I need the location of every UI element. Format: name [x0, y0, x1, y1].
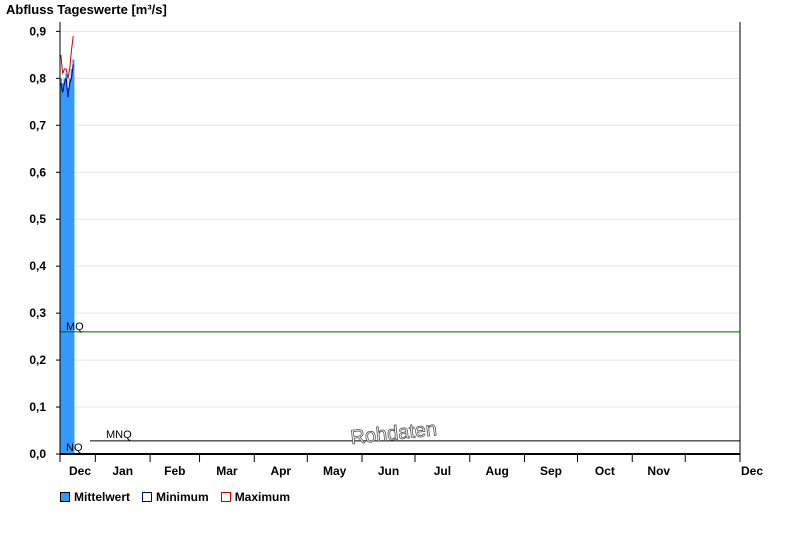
- chart-title: Abfluss Tageswerte [m³/s]: [6, 2, 167, 17]
- discharge-chart: Abfluss Tageswerte [m³/s] MQ MNQ NQ 0,0 0,1…: [6, 2, 763, 478]
- x-tick-label-7: Jul: [434, 464, 451, 478]
- bar-mittelwert-7: [72, 59, 75, 454]
- ref-label-mq: MQ: [66, 321, 84, 333]
- grid: [60, 30, 740, 455]
- ref-label-nq: NQ: [66, 442, 83, 454]
- legend-item-mittelwert: Mittelwert: [60, 490, 130, 504]
- bar-mittelwert-5: [68, 78, 71, 454]
- legend: Mittelwert Minimum Maximum: [60, 490, 290, 504]
- x-tick-label-5: May: [323, 464, 347, 478]
- bar-mittelwert-1: [61, 83, 64, 454]
- x-tick-label-8: Aug: [485, 464, 508, 478]
- legend-swatch-mittelwert: [60, 492, 70, 502]
- axes: [59, 22, 741, 455]
- legend-swatch-minimum: [142, 492, 153, 502]
- y-tick-label-2: 0,2: [29, 353, 46, 367]
- legend-label-maximum: Maximum: [234, 490, 291, 504]
- ref-label-mnq: MNQ: [106, 429, 132, 441]
- bar-mittelwert-2: [63, 78, 66, 454]
- y-tick-label-9: 0,9: [29, 24, 46, 38]
- legend-item-minimum: Minimum: [142, 490, 209, 504]
- y-tick-label-1: 0,1: [29, 400, 46, 414]
- legend-label-minimum: Minimum: [156, 490, 209, 504]
- x-tick-label-12: Dec: [741, 464, 763, 478]
- y-tick-label-8: 0,8: [29, 71, 46, 85]
- x-tick-label-4: Apr: [270, 464, 291, 478]
- y-tick-label-7: 0,7: [29, 118, 46, 132]
- x-ticks: Dec Jan Feb Mar Apr May Jun Jul Aug Sep Oct Nov Dec: [59, 454, 763, 478]
- y-tick-label-6: 0,6: [29, 165, 46, 179]
- legend-label-mittelwert: Mittelwert: [74, 490, 131, 504]
- y-tick-label-3: 0,3: [29, 306, 46, 320]
- x-tick-label-9: Sep: [540, 464, 562, 478]
- x-tick-label-2: Feb: [164, 464, 185, 478]
- x-tick-label-0: Dec: [69, 464, 91, 478]
- y-tick-label-0: 0,0: [29, 447, 46, 461]
- x-tick-label-1: Jan: [112, 464, 133, 478]
- bar-mittelwert-4: [67, 87, 70, 454]
- bars: [60, 59, 75, 455]
- x-tick-label-6: Jun: [378, 464, 399, 478]
- y-ticks: 0,0 0,1 0,2 0,3 0,4 0,5 0,6 0,7 0,8 0,9: [29, 24, 60, 461]
- legend-swatch-maximum: [220, 492, 231, 502]
- bar-mittelwert-3: [65, 73, 68, 455]
- bar-mittelwert-6: [70, 68, 73, 455]
- x-tick-label-3: Mar: [216, 464, 238, 478]
- x-tick-label-10: Oct: [595, 464, 615, 478]
- y-tick-label-5: 0,5: [29, 212, 46, 226]
- y-tick-label-4: 0,4: [29, 259, 46, 273]
- watermark-text: Rohdaten: [349, 418, 438, 449]
- legend-item-maximum: Maximum: [220, 490, 291, 504]
- x-tick-label-11: Nov: [647, 464, 670, 478]
